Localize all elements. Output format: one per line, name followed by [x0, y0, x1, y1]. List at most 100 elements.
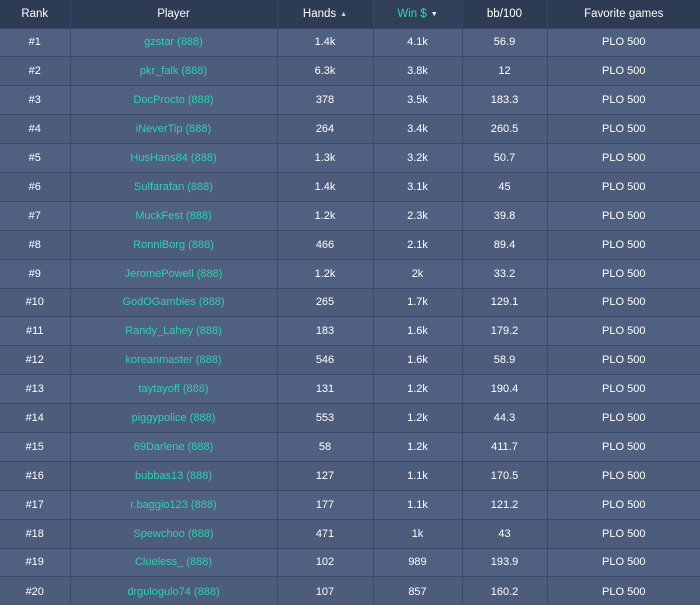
bb100-cell: 58.9: [462, 345, 548, 375]
player-link[interactable]: DocProcto (888): [133, 94, 213, 106]
player-link[interactable]: GodOGambles (888): [122, 296, 224, 308]
bb100-cell: 45: [462, 171, 548, 202]
favorite-games-cell: PLO 500: [547, 460, 700, 491]
player-cell: drgulogulo74 (888): [70, 576, 278, 605]
hands-cell: 102: [277, 547, 374, 577]
hands-cell: 265: [277, 287, 374, 317]
player-cell: RonniBorg (888): [70, 229, 278, 260]
favorite-games-cell: PLO 500: [547, 143, 700, 173]
player-link[interactable]: bubbas13 (888): [135, 470, 212, 482]
rank-column-header: Rank: [0, 0, 71, 28]
table-row: #18 Spewchoo (888) 471 1k 43 PLO 500: [0, 518, 700, 549]
player-link[interactable]: Clueless_ (888): [135, 556, 212, 568]
win-cell: 4.1k: [373, 27, 463, 57]
hands-column-header[interactable]: Hands ▲: [277, 0, 374, 28]
win-cell: 1.1k: [373, 489, 463, 520]
bb100-cell: 89.4: [462, 229, 548, 260]
table-row: #7 MuckFest (888) 1.2k 2.3k 39.8 PLO 500: [0, 200, 700, 231]
rank-cell: #13: [0, 374, 71, 404]
rank-cell: #20: [0, 576, 71, 605]
win-cell: 1.7k: [373, 287, 463, 317]
player-link[interactable]: 69Darlene (888): [134, 441, 214, 453]
bb100-column-header: bb/100: [462, 0, 548, 28]
player-link[interactable]: piggypolice (888): [132, 412, 216, 424]
table-row: #5 HusHans84 (888) 1.3k 3.2k 50.7 PLO 50…: [0, 143, 700, 173]
rank-cell: #6: [0, 171, 71, 202]
player-link[interactable]: Randy_Lahey (888): [125, 325, 222, 337]
player-cell: Spewchoo (888): [70, 518, 278, 549]
hands-cell: 1.4k: [277, 27, 374, 57]
player-link[interactable]: HusHans84 (888): [130, 152, 216, 164]
rank-cell: #11: [0, 316, 71, 346]
win-cell: 3.5k: [373, 85, 463, 115]
favorite-games-cell: PLO 500: [547, 114, 700, 144]
hands-cell: 131: [277, 374, 374, 404]
player-cell: Clueless_ (888): [70, 547, 278, 577]
player-link[interactable]: iNeverTip (888): [136, 123, 211, 135]
rank-cell: #5: [0, 143, 71, 173]
player-link[interactable]: r.baggio123 (888): [130, 499, 216, 511]
hands-cell: 378: [277, 85, 374, 115]
win-cell: 1.2k: [373, 403, 463, 433]
player-cell: Randy_Lahey (888): [70, 316, 278, 346]
hands-cell: 58: [277, 431, 374, 462]
favorite-games-column-header: Favorite games: [547, 0, 700, 28]
win-cell: 3.2k: [373, 143, 463, 173]
player-link[interactable]: gzstar (888): [144, 36, 203, 48]
win-cell: 3.8k: [373, 56, 463, 86]
player-cell: GodOGambles (888): [70, 287, 278, 317]
favorite-games-cell: PLO 500: [547, 345, 700, 375]
player-link[interactable]: Sulfarafan (888): [134, 181, 213, 193]
favorite-games-cell: PLO 500: [547, 287, 700, 317]
player-cell: DocProcto (888): [70, 85, 278, 115]
table-row: #13 taytayoff (888) 131 1.2k 190.4 PLO 5…: [0, 374, 700, 404]
caret-up-icon: ▲: [340, 10, 348, 18]
rank-cell: #8: [0, 229, 71, 260]
hands-cell: 177: [277, 489, 374, 520]
player-header-label: Player: [157, 7, 190, 20]
player-link[interactable]: koreanmaster (888): [126, 354, 222, 366]
win-cell: 2.1k: [373, 229, 463, 260]
win-cell: 1k: [373, 518, 463, 549]
hands-cell: 546: [277, 345, 374, 375]
favorite-games-cell: PLO 500: [547, 27, 700, 57]
table-row: #10 GodOGambles (888) 265 1.7k 129.1 PLO…: [0, 287, 700, 317]
player-cell: r.baggio123 (888): [70, 489, 278, 520]
bb100-cell: 129.1: [462, 287, 548, 317]
table-row: #14 piggypolice (888) 553 1.2k 44.3 PLO …: [0, 403, 700, 433]
table-row: #16 bubbas13 (888) 127 1.1k 170.5 PLO 50…: [0, 460, 700, 491]
win-cell: 1.6k: [373, 345, 463, 375]
win-cell: 989: [373, 547, 463, 577]
bb100-cell: 39.8: [462, 200, 548, 231]
player-link[interactable]: MuckFest (888): [135, 210, 211, 222]
win-cell: 2.3k: [373, 200, 463, 231]
bb100-cell: 12: [462, 56, 548, 86]
bb100-cell: 160.2: [462, 576, 548, 605]
player-link[interactable]: RonniBorg (888): [133, 239, 214, 251]
player-link[interactable]: taytayoff (888): [138, 383, 208, 395]
bb100-header-label: bb/100: [486, 7, 523, 20]
win-cell: 3.4k: [373, 114, 463, 144]
table-row: #8 RonniBorg (888) 466 2.1k 89.4 PLO 500: [0, 229, 700, 260]
table-row: #11 Randy_Lahey (888) 183 1.6k 179.2 PLO…: [0, 316, 700, 346]
rank-cell: #10: [0, 287, 71, 317]
player-link[interactable]: pkr_falk (888): [140, 65, 207, 77]
bb100-cell: 179.2: [462, 316, 548, 346]
player-cell: gzstar (888): [70, 27, 278, 57]
player-link[interactable]: JeromePowell (888): [125, 268, 223, 280]
hands-cell: 6.3k: [277, 56, 374, 86]
table-row: #2 pkr_falk (888) 6.3k 3.8k 12 PLO 500: [0, 56, 700, 86]
table-row: #3 DocProcto (888) 378 3.5k 183.3 PLO 50…: [0, 85, 700, 115]
hands-cell: 1.2k: [277, 258, 374, 289]
player-cell: taytayoff (888): [70, 374, 278, 404]
player-cell: HusHans84 (888): [70, 143, 278, 173]
win-cell: 1.6k: [373, 316, 463, 346]
player-cell: Sulfarafan (888): [70, 171, 278, 202]
player-link[interactable]: drgulogulo74 (888): [127, 586, 219, 598]
win-column-header[interactable]: Win $ ▼: [373, 0, 463, 28]
player-link[interactable]: Spewchoo (888): [133, 528, 213, 540]
rank-cell: #19: [0, 547, 71, 577]
hands-header-label: Hands: [302, 7, 337, 20]
favorite-games-cell: PLO 500: [547, 547, 700, 577]
bb100-cell: 43: [462, 518, 548, 549]
